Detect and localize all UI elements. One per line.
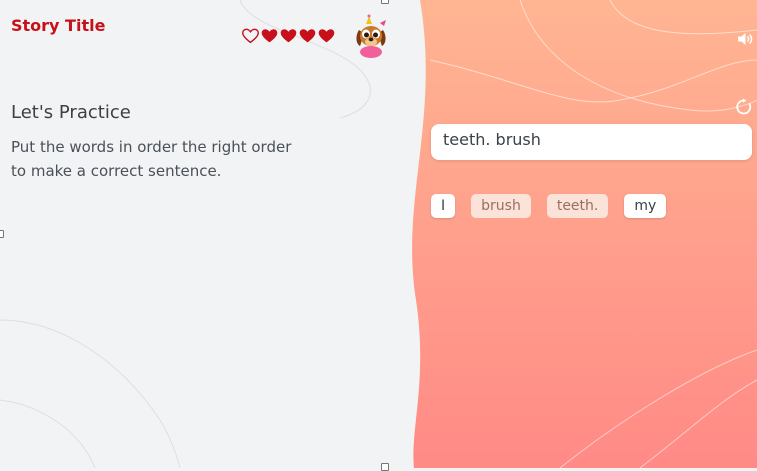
refresh-icon[interactable] — [735, 98, 753, 116]
word-bank: I brush teeth. my — [431, 194, 682, 218]
word-chip-i[interactable]: I — [431, 194, 456, 218]
speaker-icon[interactable] — [736, 30, 754, 48]
word-chip-teeth[interactable]: teeth. — [546, 194, 609, 218]
heart-filled-icon — [318, 29, 335, 43]
instruction-line-1: Put the words in order the right order — [11, 138, 292, 156]
answer-sentence-text: teeth. brush — [443, 130, 541, 149]
resize-handle-left[interactable] — [0, 230, 4, 238]
resize-handle-top[interactable] — [381, 0, 389, 4]
resize-handle-bottom[interactable] — [381, 463, 389, 471]
heart-filled-icon — [280, 29, 297, 43]
word-chip-my[interactable]: my — [624, 194, 667, 218]
story-title: Story Title — [11, 16, 106, 35]
practice-heading: Let's Practice — [11, 102, 131, 123]
answer-sentence-box[interactable]: teeth. brush — [431, 124, 752, 160]
heart-outline-icon — [242, 28, 259, 44]
heart-filled-icon — [299, 29, 316, 43]
word-chip-brush[interactable]: brush — [471, 194, 531, 218]
lives-indicator — [242, 28, 335, 44]
heart-filled-icon — [261, 29, 278, 43]
dog-avatar-icon — [356, 14, 386, 58]
contour-lines-decoration — [0, 0, 757, 468]
instruction-line-2: to make a correct sentence. — [11, 162, 222, 180]
practice-instructions: Put the words in order the right order t… — [11, 135, 311, 183]
